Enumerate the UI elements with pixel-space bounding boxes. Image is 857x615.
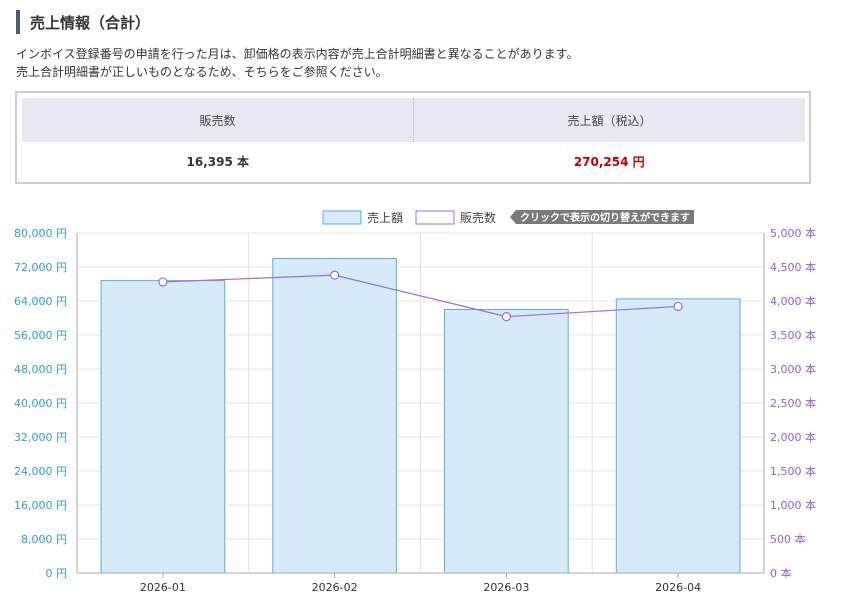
right-axis-tick: 5,000 本 — [770, 226, 816, 240]
summary-table: 販売数 売上額（税込） 16,395 本 270,254 円 — [22, 98, 805, 181]
x-axis-tick: 2026-02 — [312, 581, 358, 594]
bar-2026-03 — [444, 309, 569, 574]
note-line-1: インボイス登録番号の申請を行った月は、卸価格の表示内容が売上合計明細書と異なるこ… — [16, 47, 579, 61]
right-axis-tick: 4,500 本 — [770, 260, 816, 274]
tip-text: クリックで表示の切り替えができます — [520, 211, 690, 224]
qty-header: 販売数 — [22, 98, 414, 142]
left-axis-tick: 8,000 円 — [21, 533, 67, 546]
left-axis-tick: 24,000 円 — [14, 465, 67, 478]
left-axis-tick: 56,000 円 — [14, 329, 67, 342]
legend-label-sales: 売上額 — [367, 210, 403, 225]
legend-toggle-tip: クリックで表示の切り替えができます — [510, 210, 694, 224]
right-axis-tick: 3,000 本 — [770, 362, 816, 376]
right-axis-tick: 500 本 — [770, 532, 806, 546]
title-accent-bar — [16, 10, 20, 34]
x-axis-tick: 2026-01 — [140, 581, 186, 594]
qty-value: 16,395 本 — [186, 155, 250, 169]
bar-2026-01 — [100, 280, 226, 574]
left-axis-tick: 40,000 円 — [14, 397, 67, 410]
legend-swatch-qty — [415, 210, 455, 225]
bar-2026-02 — [272, 258, 397, 574]
section-header: 売上情報（合計） — [16, 10, 150, 34]
right-axis-tick: 4,000 本 — [770, 294, 816, 308]
legend-label-qty: 販売数 — [460, 210, 496, 225]
right-axis-tick: 2,000 本 — [770, 430, 816, 444]
amount-value: 270,254 円 — [573, 155, 645, 169]
note-line-2: 売上合計明細書が正しいものとなるため、そちらをご参照ください。 — [16, 65, 388, 79]
amount-header: 売上額（税込） — [413, 98, 805, 142]
right-axis-tick: 1,500 本 — [770, 464, 816, 478]
qty-point-2026-01 — [158, 277, 168, 287]
qty-point-2026-02 — [330, 270, 340, 280]
right-axis-tick: 1,000 本 — [770, 498, 816, 512]
right-axis-tick: 0 本 — [770, 566, 792, 580]
left-axis-tick: 0 円 — [46, 567, 68, 580]
right-axis-tick: 3,500 本 — [770, 328, 816, 342]
sales-chart: 0 円 0 本 8,000 円 500 本 16,000 円 1,000 本 24,000 … — [14, 210, 816, 594]
x-axis-tick: 2026-03 — [483, 581, 529, 594]
left-axis-tick: 48,000 円 — [14, 363, 67, 376]
legend-item-qty[interactable]: 販売数 — [415, 210, 496, 225]
legend-swatch-sales — [322, 210, 362, 225]
left-axis-tick: 72,000 円 — [14, 261, 67, 274]
qty-point-2026-03 — [501, 312, 511, 322]
legend-item-sales[interactable]: 売上額 — [322, 210, 403, 225]
left-axis-tick: 80,000 円 — [14, 227, 67, 240]
qty-point-2026-04 — [673, 301, 683, 312]
left-axis-tick: 64,000 円 — [14, 295, 67, 308]
left-axis-tick: 32,000 円 — [14, 431, 67, 444]
right-axis-tick: 2,500 本 — [770, 396, 816, 410]
page-title: 売上情報（合計） — [30, 13, 151, 32]
summary-box: 販売数 売上額（税込） 16,395 本 270,254 円 — [15, 91, 811, 184]
left-axis-tick: 16,000 円 — [14, 499, 67, 512]
notes: インボイス登録番号の申請を行った月は、卸価格の表示内容が売上合計明細書と異なるこ… — [16, 45, 578, 81]
x-axis-tick: 2026-04 — [655, 581, 701, 594]
bar-2026-04 — [615, 298, 741, 574]
